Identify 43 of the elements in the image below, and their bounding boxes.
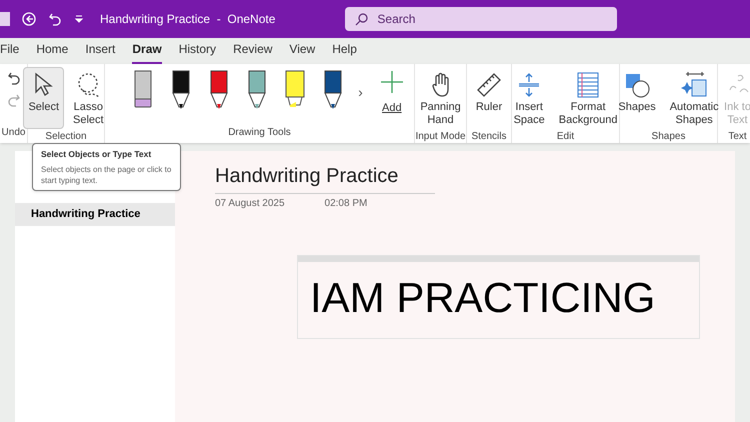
group-label: Drawing Tools xyxy=(227,126,292,140)
page-item[interactable]: Handwriting Practice xyxy=(15,203,175,226)
page-date: 07 August 2025 xyxy=(215,197,285,211)
group-label: Selection xyxy=(44,130,88,144)
group-label: Shapes xyxy=(650,130,686,144)
space-button[interactable]: Insert Space xyxy=(508,67,550,129)
ribbon-tab[interactable]: Insert xyxy=(85,40,116,64)
ribbon-tab[interactable]: Review xyxy=(233,40,272,64)
add-pen-button[interactable]: Add xyxy=(378,69,405,116)
window-title: Handwriting Practice - OneNote xyxy=(100,11,276,28)
group-label: Input Mode xyxy=(415,130,466,144)
plus-icon xyxy=(378,69,405,95)
ribbon-tab[interactable]: File xyxy=(0,40,20,64)
ruler-button[interactable]: Ruler xyxy=(470,67,508,129)
page-title[interactable]: Handwriting Practice xyxy=(215,161,435,194)
cursor-icon xyxy=(32,72,55,98)
shapes-icon xyxy=(624,72,650,98)
hand-icon xyxy=(430,72,452,98)
dropdown-icon[interactable] xyxy=(74,14,84,24)
group-label: Text xyxy=(727,130,748,144)
more-pens-button[interactable]: › xyxy=(358,82,363,104)
hand-button[interactable]: Panning Hand xyxy=(415,67,466,129)
group-label: Undo xyxy=(0,126,26,140)
group-label: Stencils xyxy=(470,130,508,144)
select-button[interactable]: Select xyxy=(23,67,64,129)
app-icon xyxy=(0,12,10,26)
search-field[interactable]: Search xyxy=(345,7,618,31)
ribbon-tab[interactable]: View xyxy=(289,40,316,64)
tooltip-text: Select objects on the page or click to start typing text. xyxy=(41,164,172,186)
lasso-button[interactable]: Lasso Select xyxy=(68,67,109,129)
tooltip-title: Select Objects or Type Text xyxy=(41,148,152,161)
ruler-icon xyxy=(476,72,502,98)
ribbon-tab[interactable]: History xyxy=(178,40,216,64)
group-label: Edit xyxy=(556,130,576,144)
ribbon-tab[interactable]: Home xyxy=(36,40,68,64)
automatic-shapes-icon xyxy=(680,72,708,98)
auto-button[interactable]: Automatic Shapes xyxy=(664,67,724,129)
search-icon xyxy=(355,13,368,26)
back-icon[interactable] xyxy=(22,12,36,26)
ribbon-tab[interactable]: Help xyxy=(332,40,357,64)
page-time: 02:08 PM xyxy=(324,197,368,211)
lined-paper-icon xyxy=(576,72,600,98)
undo-icon[interactable] xyxy=(6,71,20,85)
